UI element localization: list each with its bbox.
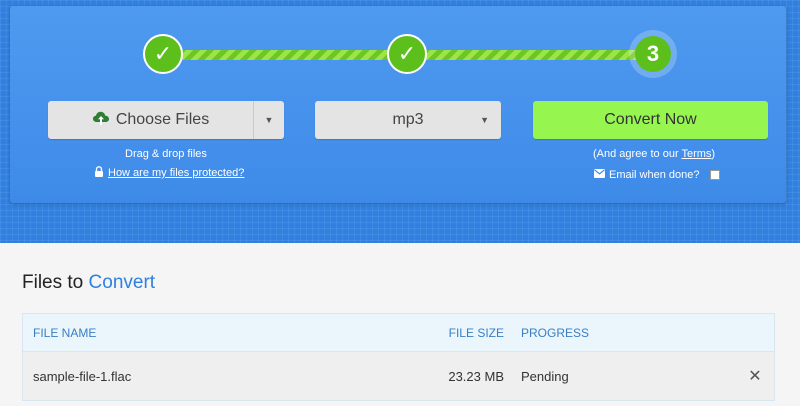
choose-files-label: Choose Files bbox=[115, 111, 210, 128]
agree-prefix: (And agree to our bbox=[593, 148, 682, 160]
files-title-prefix: Files to bbox=[22, 272, 89, 293]
email-when-done-row: Email when done? bbox=[594, 169, 720, 181]
cloud-upload-icon bbox=[92, 110, 110, 131]
progress-cell: Pending bbox=[521, 368, 569, 384]
email-when-done-checkbox[interactable] bbox=[709, 170, 720, 180]
step-3-current: 3 bbox=[635, 36, 671, 72]
choose-files-split-button: Choose Files ▼ bbox=[48, 101, 284, 139]
column-header-file-name: FILE NAME bbox=[33, 325, 97, 340]
hero-background: ✓ ✓ 3 Choose Files ▼ mp3 ▼ Convert Now D… bbox=[0, 0, 800, 243]
choose-files-dropdown-toggle[interactable]: ▼ bbox=[254, 101, 284, 139]
envelope-icon bbox=[594, 169, 605, 181]
column-header-file-size: FILE SIZE bbox=[448, 325, 504, 340]
progress-track-2 bbox=[416, 50, 642, 60]
terms-agreement: (And agree to our Terms) bbox=[593, 148, 715, 160]
check-icon: ✓ bbox=[153, 41, 173, 66]
choose-files-button[interactable]: Choose Files bbox=[48, 101, 254, 139]
files-table-header: FILE NAME FILE SIZE PROGRESS bbox=[23, 314, 774, 352]
file-name-cell: sample-file-1.flac bbox=[33, 368, 132, 384]
step-1-complete: ✓ bbox=[143, 34, 183, 74]
files-protected-link[interactable]: How are my files protected? bbox=[108, 167, 244, 179]
output-format-value: mp3 bbox=[392, 111, 424, 128]
file-protection-row: How are my files protected? bbox=[94, 166, 244, 180]
lock-icon bbox=[94, 166, 104, 180]
files-title-accent: Convert bbox=[88, 272, 156, 293]
step-2-complete: ✓ bbox=[387, 34, 427, 74]
caret-down-icon: ▼ bbox=[264, 115, 274, 125]
agree-suffix: ) bbox=[711, 148, 716, 160]
output-format-select[interactable]: mp3 ▼ bbox=[315, 101, 501, 139]
files-table: FILE NAME FILE SIZE PROGRESS sample-file… bbox=[22, 313, 775, 401]
converter-panel: ✓ ✓ 3 Choose Files ▼ mp3 ▼ Convert Now D… bbox=[10, 6, 786, 203]
files-section-title: Files to Convert bbox=[22, 272, 155, 294]
caret-down-icon: ▼ bbox=[480, 115, 489, 125]
terms-link[interactable]: Terms bbox=[681, 148, 711, 160]
step-3-number: 3 bbox=[646, 41, 660, 66]
email-when-done-label: Email when done? bbox=[609, 169, 700, 181]
convert-now-label: Convert Now bbox=[604, 111, 697, 128]
close-icon: ✕ bbox=[748, 368, 762, 385]
progress-track-1 bbox=[172, 50, 396, 60]
convert-now-button[interactable]: Convert Now bbox=[533, 101, 768, 139]
drag-drop-hint: Drag & drop files bbox=[125, 148, 207, 160]
remove-file-button[interactable]: ✕ bbox=[746, 367, 764, 385]
file-size-cell: 23.23 MB bbox=[448, 368, 504, 384]
column-header-progress: PROGRESS bbox=[521, 325, 590, 340]
table-row: sample-file-1.flac 23.23 MB Pending ✕ bbox=[23, 352, 774, 400]
check-icon: ✓ bbox=[397, 41, 417, 66]
